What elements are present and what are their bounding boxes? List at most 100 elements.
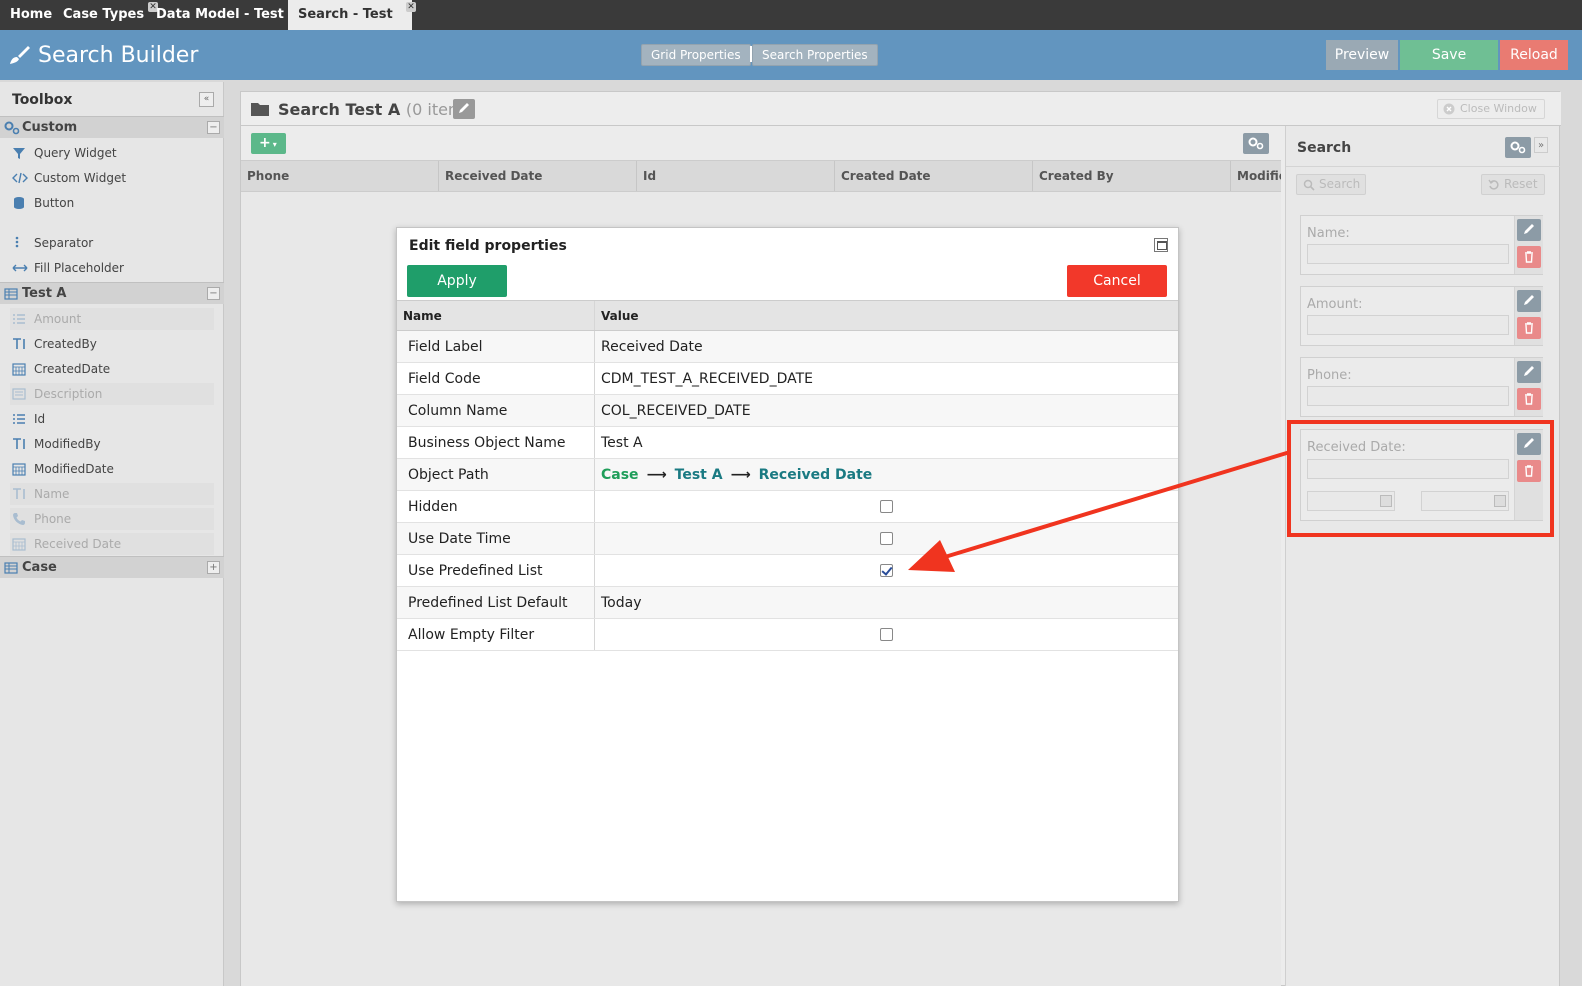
phone-icon xyxy=(13,513,25,525)
close-window-label: Close Window xyxy=(1460,102,1537,115)
hidden-checkbox[interactable] xyxy=(880,500,893,513)
toolbox-item-fill-placeholder[interactable]: Fill Placeholder xyxy=(10,257,214,279)
search-settings-button[interactable] xyxy=(1505,137,1531,158)
property-value[interactable]: Received Date xyxy=(601,331,703,363)
delete-field-button[interactable] xyxy=(1517,317,1541,339)
item-label: ModifiedBy xyxy=(34,437,101,451)
grid-settings-button[interactable] xyxy=(1243,133,1269,154)
item-label: Button xyxy=(34,196,75,210)
reset-button[interactable]: Reset xyxy=(1481,174,1545,195)
toolbox-item-custom-widget[interactable]: Custom Widget xyxy=(10,167,214,189)
toolbox-item-description[interactable]: Description xyxy=(10,383,214,405)
toolbox-item-separator[interactable]: Separator xyxy=(10,232,214,254)
property-row-allow-empty-filter[interactable]: Allow Empty Filter xyxy=(397,619,1178,651)
use-predefined-list-checkbox[interactable] xyxy=(880,564,893,577)
property-name: Field Label xyxy=(408,339,483,355)
grid-properties-button[interactable]: Grid Properties xyxy=(641,44,751,66)
property-row-object-path[interactable]: Object Path Case ⟶ Test A ⟶ Received Date xyxy=(397,459,1178,491)
save-button[interactable]: Save xyxy=(1400,40,1498,70)
item-label: Query Widget xyxy=(34,146,117,160)
item-label: Received Date xyxy=(34,537,122,551)
property-row-field-label[interactable]: Field Label Received Date xyxy=(397,331,1178,363)
tab-search-test-a[interactable]: Search - Test A✕ xyxy=(288,0,416,52)
property-value[interactable]: CDM_TEST_A_RECEIVED_DATE xyxy=(601,363,813,395)
database-icon xyxy=(14,197,24,209)
toolbox-item-amount[interactable]: Amount xyxy=(10,308,214,330)
property-row-business-object-name[interactable]: Business Object Name Test A xyxy=(397,427,1178,459)
tab-case-types[interactable]: Case Types ✕ xyxy=(53,0,159,30)
property-value[interactable]: COL_RECEIVED_DATE xyxy=(601,395,751,427)
search-field-amount[interactable]: Amount: xyxy=(1300,286,1543,346)
property-row-use-date-time[interactable]: Use Date Time xyxy=(397,523,1178,555)
toolbox-item-modifiedby[interactable]: ModifiedBy xyxy=(10,433,214,455)
delete-field-button[interactable] xyxy=(1517,246,1541,268)
name-input[interactable] xyxy=(1307,244,1509,264)
property-row-field-code[interactable]: Field Code CDM_TEST_A_RECEIVED_DATE xyxy=(397,363,1178,395)
column-header-phone[interactable]: Phone xyxy=(241,161,439,191)
toolbox-item-createddate[interactable]: CreatedDate xyxy=(10,358,214,380)
close-window-button[interactable]: Close Window xyxy=(1437,99,1545,119)
delete-field-button[interactable] xyxy=(1517,388,1541,410)
section-label: Case xyxy=(22,560,57,575)
search-field-name[interactable]: Name: xyxy=(1300,215,1543,275)
column-header-id[interactable]: Id xyxy=(637,161,835,191)
close-icon[interactable]: ✕ xyxy=(406,2,416,12)
amount-input[interactable] xyxy=(1307,315,1509,335)
edit-field-button[interactable] xyxy=(1517,219,1541,241)
column-header-created-date[interactable]: Created Date xyxy=(835,161,1033,191)
collapse-left-icon[interactable]: « xyxy=(199,92,214,107)
property-row-predefined-list-default[interactable]: Predefined List Default Today xyxy=(397,587,1178,619)
maximize-icon[interactable] xyxy=(1154,238,1168,252)
list-icon xyxy=(13,314,25,324)
column-header-modified[interactable]: Modifie xyxy=(1231,161,1281,191)
toolbox-section-case[interactable]: Case + xyxy=(0,556,224,578)
property-name: Use Date Time xyxy=(408,531,511,547)
search-field-phone[interactable]: Phone: xyxy=(1300,357,1543,417)
tab-label: Home xyxy=(10,7,53,22)
toolbox-item-phone[interactable]: Phone xyxy=(10,508,214,530)
column-divider xyxy=(594,555,595,586)
phone-input[interactable] xyxy=(1307,386,1509,406)
property-row-hidden[interactable]: Hidden xyxy=(397,491,1178,523)
toolbox-item-name[interactable]: Name xyxy=(10,483,214,505)
property-row-use-predefined-list[interactable]: Use Predefined List xyxy=(397,555,1178,587)
toolbox-section-custom[interactable]: Custom − xyxy=(0,116,224,138)
text-icon xyxy=(13,438,25,449)
allow-empty-filter-checkbox[interactable] xyxy=(880,628,893,641)
use-date-time-checkbox[interactable] xyxy=(880,532,893,545)
column-header-created-by[interactable]: Created By xyxy=(1033,161,1231,191)
cancel-button[interactable]: Cancel xyxy=(1067,265,1167,297)
toolbox-item-received-date[interactable]: Received Date xyxy=(10,533,214,555)
reload-button[interactable]: Reload xyxy=(1500,40,1568,70)
plus-icon[interactable]: + xyxy=(207,561,220,574)
path-segment-case[interactable]: Case xyxy=(601,467,639,483)
edit-field-button[interactable] xyxy=(1517,290,1541,312)
toolbox-section-test-a[interactable]: Test A − xyxy=(0,282,224,304)
toolbox-item-createdby[interactable]: CreatedBy xyxy=(10,333,214,355)
collapse-right-icon[interactable]: » xyxy=(1534,137,1548,153)
preview-button[interactable]: Preview xyxy=(1326,40,1398,70)
section-label: Test A xyxy=(22,286,67,301)
properties-table-header: Name Value xyxy=(397,300,1178,331)
path-segment-received-date[interactable]: Received Date xyxy=(759,467,873,483)
apply-button[interactable]: Apply xyxy=(407,265,507,297)
path-segment-test-a[interactable]: Test A xyxy=(675,467,723,483)
search-button[interactable]: Search xyxy=(1296,174,1366,195)
minus-icon[interactable]: − xyxy=(207,121,220,134)
column-header-received-date[interactable]: Received Date xyxy=(439,161,637,191)
toolbox-item-modifieddate[interactable]: ModifiedDate xyxy=(10,458,214,480)
property-value[interactable]: Today xyxy=(601,587,642,619)
toolbox-item-id[interactable]: Id xyxy=(10,408,214,430)
gears-icon xyxy=(1510,141,1526,154)
search-properties-button[interactable]: Search Properties xyxy=(752,44,878,66)
toolbox-item-query-widget[interactable]: Query Widget xyxy=(10,142,214,164)
minus-icon[interactable]: − xyxy=(207,287,220,300)
reset-button-label: Reset xyxy=(1504,177,1538,191)
edit-field-button[interactable] xyxy=(1517,361,1541,383)
property-value[interactable]: Test A xyxy=(601,427,643,459)
tab-data-model-test-a[interactable]: Data Model - Test A✕ xyxy=(146,0,313,30)
toolbox-item-button[interactable]: Button xyxy=(10,192,214,214)
add-column-button[interactable]: + ▾ xyxy=(251,133,286,154)
property-row-column-name[interactable]: Column Name COL_RECEIVED_DATE xyxy=(397,395,1178,427)
edit-title-button[interactable] xyxy=(453,99,475,119)
